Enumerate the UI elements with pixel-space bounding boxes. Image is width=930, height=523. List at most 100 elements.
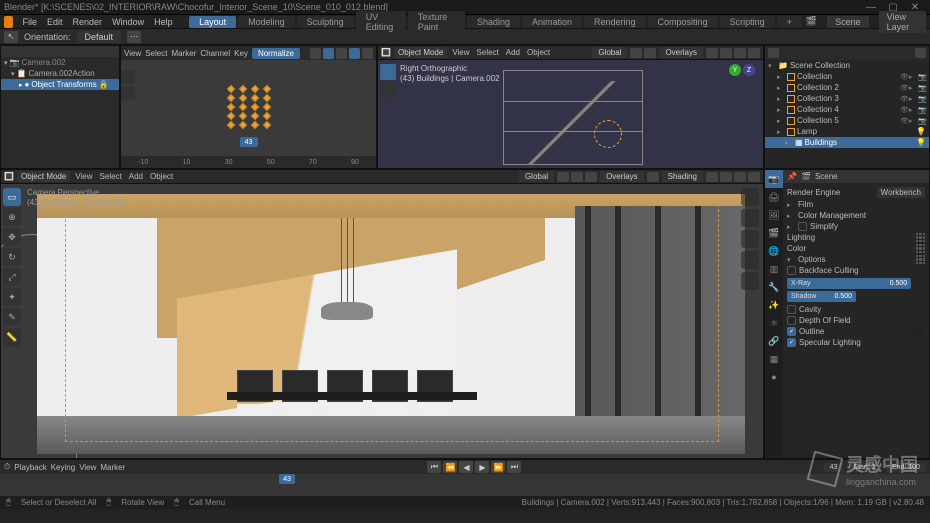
ortho-body[interactable]: Right Orthographic (43) Buildings | Came… bbox=[378, 60, 763, 168]
play-rev-icon[interactable]: ◀ bbox=[459, 461, 473, 473]
shade-render-icon[interactable] bbox=[748, 172, 760, 182]
pan-icon[interactable] bbox=[741, 230, 759, 248]
dope-icon-3[interactable] bbox=[336, 48, 347, 59]
select-box-tool-icon[interactable]: ▭ bbox=[3, 188, 21, 206]
orthographic-viewport[interactable]: 🔳 Object Mode View Select Add Object Glo… bbox=[377, 45, 764, 169]
keyframe[interactable] bbox=[250, 85, 258, 93]
lighting-grid-icon[interactable] bbox=[916, 233, 925, 242]
dope-icon-2[interactable] bbox=[323, 48, 334, 59]
dope-marker[interactable]: Marker bbox=[171, 49, 196, 58]
keyframe[interactable] bbox=[262, 112, 270, 120]
pin-icon[interactable]: 📌 bbox=[787, 172, 797, 181]
channel-action[interactable]: ▾ 📋 Camera.002Action bbox=[1, 68, 119, 79]
tl-marker[interactable]: Marker bbox=[100, 463, 125, 472]
prop-icon[interactable] bbox=[571, 172, 583, 182]
constraint-tab-icon[interactable]: 🔗 bbox=[765, 332, 783, 350]
outline-check[interactable]: ✓ bbox=[787, 327, 796, 336]
panel-simplify[interactable]: Simplify bbox=[810, 222, 925, 231]
panel-color[interactable]: Color bbox=[787, 244, 913, 253]
keyframe[interactable] bbox=[262, 94, 270, 102]
pivot-icon[interactable] bbox=[585, 172, 597, 182]
scene-selector[interactable]: Scene bbox=[827, 16, 869, 28]
workspace-animation[interactable]: Animation bbox=[522, 16, 582, 28]
channel-transforms[interactable]: ▸ ● Object Transforms 🔒 bbox=[1, 79, 119, 90]
shading-mat-icon[interactable] bbox=[734, 48, 746, 58]
annotate-tool-icon[interactable]: ✎ bbox=[3, 308, 21, 326]
backface-check[interactable] bbox=[787, 266, 796, 275]
outliner-collection[interactable]: ▸ Collection 2👁▸📷 bbox=[765, 82, 929, 93]
main-viewport[interactable]: 🔳 Object Mode View Select Add Object Glo… bbox=[0, 169, 764, 459]
simplify-check[interactable] bbox=[798, 222, 807, 231]
specular-check[interactable]: ✓ bbox=[787, 338, 796, 347]
camera-view-icon[interactable] bbox=[741, 251, 759, 269]
workspace-layout[interactable]: Layout bbox=[189, 16, 236, 28]
rotate-tool-icon[interactable]: ↻ bbox=[3, 248, 21, 266]
shade-mat-icon[interactable] bbox=[734, 172, 746, 182]
keyframe[interactable] bbox=[250, 112, 258, 120]
viewlayer-tab-icon[interactable]: 🖼 bbox=[765, 206, 783, 224]
select-tool-icon[interactable] bbox=[380, 64, 396, 80]
panel-film[interactable]: Film bbox=[798, 200, 925, 209]
output-tab-icon[interactable]: 🖨 bbox=[765, 188, 783, 206]
ortho-select[interactable]: Select bbox=[475, 48, 501, 57]
render-tab-icon[interactable]: 📷 bbox=[765, 170, 783, 188]
persp-icon[interactable] bbox=[741, 272, 759, 290]
workspace-sculpting[interactable]: Sculpting bbox=[297, 16, 354, 28]
camera-indicator[interactable] bbox=[594, 120, 622, 148]
dope-tool-1[interactable] bbox=[121, 70, 135, 84]
workspace-texpaint[interactable]: Texture Paint bbox=[408, 11, 465, 33]
keyframe[interactable] bbox=[238, 121, 246, 129]
keyframe[interactable] bbox=[262, 121, 270, 129]
keyframe[interactable] bbox=[226, 85, 234, 93]
panel-lighting[interactable]: Lighting bbox=[787, 233, 913, 242]
menu-window[interactable]: Window bbox=[108, 17, 148, 27]
keyframe[interactable] bbox=[262, 85, 270, 93]
object-tab-icon[interactable]: ▥ bbox=[765, 260, 783, 278]
workspace-modeling[interactable]: Modeling bbox=[238, 16, 295, 28]
shading-solid-icon[interactable] bbox=[720, 48, 732, 58]
jump-end-icon[interactable]: ⏭ bbox=[507, 461, 521, 473]
tl-keying[interactable]: Keying bbox=[51, 463, 75, 472]
workspace-compositing[interactable]: Compositing bbox=[648, 16, 718, 28]
cursor-tool-icon[interactable]: ↖ bbox=[4, 31, 18, 43]
cavity-check[interactable] bbox=[787, 305, 796, 314]
ortho-snap-icon[interactable] bbox=[630, 48, 642, 58]
color-grid-icon[interactable] bbox=[916, 244, 925, 253]
workspace-shading[interactable]: Shading bbox=[467, 16, 520, 28]
dope-select[interactable]: Select bbox=[145, 49, 167, 58]
workspace-scripting[interactable]: Scripting bbox=[720, 16, 775, 28]
dope-channel[interactable]: Channel bbox=[200, 49, 230, 58]
keyframe[interactable] bbox=[226, 112, 234, 120]
main-select[interactable]: Select bbox=[98, 172, 124, 181]
options-icon[interactable]: ⋯ bbox=[127, 31, 141, 43]
main-shading-dropdown[interactable]: Shading bbox=[662, 171, 703, 182]
start-field[interactable]: Start: 1 bbox=[847, 463, 882, 472]
dof-check[interactable] bbox=[787, 316, 796, 325]
zoom-icon[interactable] bbox=[741, 209, 759, 227]
keyframe[interactable] bbox=[226, 103, 234, 111]
scale-tool-icon[interactable]: ⤢ bbox=[3, 268, 21, 286]
tl-view[interactable]: View bbox=[79, 463, 96, 472]
xray-slider[interactable]: X-Ray0.500 bbox=[787, 278, 911, 289]
engine-dropdown[interactable]: Workbench bbox=[877, 187, 925, 198]
dope-icon-4[interactable] bbox=[349, 48, 360, 59]
orientation-dropdown[interactable]: Default bbox=[77, 31, 122, 43]
main-mode-dropdown[interactable]: Object Mode bbox=[17, 171, 70, 182]
ortho-view[interactable]: View bbox=[450, 48, 471, 57]
timeline-track[interactable]: 43 bbox=[0, 474, 930, 496]
outliner-search[interactable] bbox=[782, 48, 912, 58]
shade-solid-icon[interactable] bbox=[720, 172, 732, 182]
transform-tool-icon[interactable]: ✦ bbox=[3, 288, 21, 306]
dope-sheet[interactable]: View Select Marker Channel Key Normalize bbox=[120, 45, 377, 169]
keyframe[interactable] bbox=[238, 85, 246, 93]
jump-start-icon[interactable]: ⏮ bbox=[427, 461, 441, 473]
menu-file[interactable]: File bbox=[19, 17, 42, 27]
channel-camera[interactable]: ▾ 📷 Camera.002 bbox=[1, 57, 119, 68]
keyframe[interactable] bbox=[238, 94, 246, 102]
frame-field[interactable]: 43 bbox=[824, 463, 844, 472]
outliner-collection[interactable]: ▸ Collection 4👁▸📷 bbox=[765, 104, 929, 115]
normalize-button[interactable]: Normalize bbox=[252, 48, 300, 59]
menu-render[interactable]: Render bbox=[69, 17, 107, 27]
keyframe[interactable] bbox=[250, 103, 258, 111]
data-tab-icon[interactable]: ▦ bbox=[765, 350, 783, 368]
